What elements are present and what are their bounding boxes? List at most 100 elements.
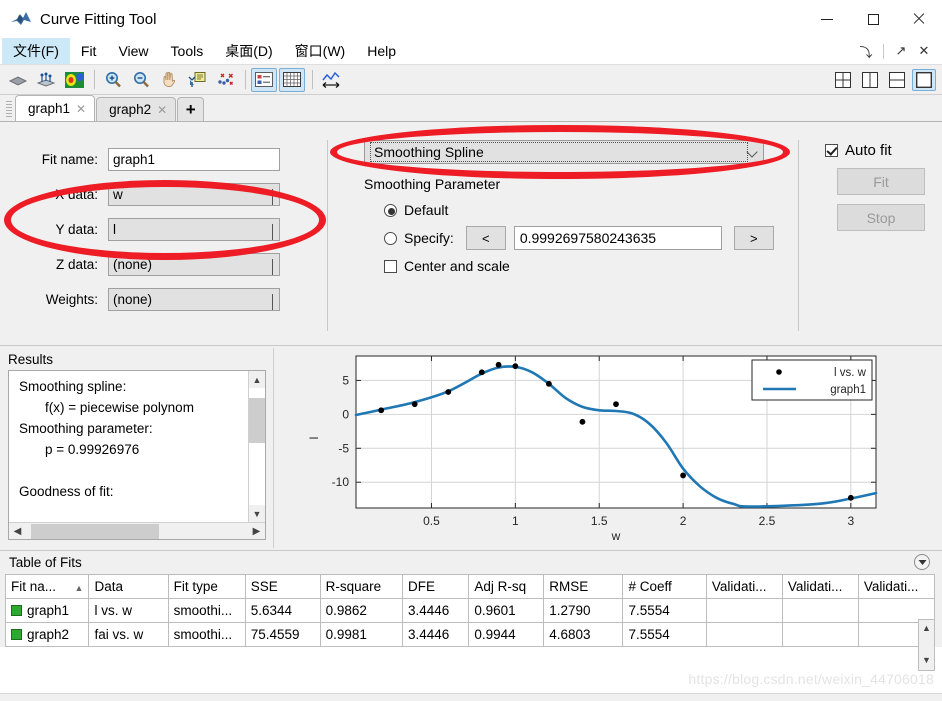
row1-sse: 75.4559 [244, 622, 321, 647]
table-row[interactable]: graph2 fai vs. w smoothi... 75.4559 0.99… [4, 622, 936, 647]
table-row[interactable]: graph1 l vs. w smoothi... 5.6344 0.9862 … [4, 598, 936, 623]
residuals-plot-icon[interactable] [33, 68, 59, 92]
menu-file[interactable]: 文件(F) [2, 38, 70, 64]
row1-numcoeff: 7.5554 [622, 622, 707, 647]
menu-fit[interactable]: Fit [70, 38, 108, 64]
add-tab-button[interactable]: + [177, 97, 205, 121]
grid-toggle-icon[interactable] [279, 67, 305, 92]
results-line-5: Goodness of fit: [19, 483, 114, 499]
close-panel-icon[interactable]: ✕ [914, 40, 934, 62]
menu-help[interactable]: Help [356, 38, 407, 64]
tab-graph1-close-icon[interactable]: ✕ [76, 102, 86, 116]
col-fit-type[interactable]: Fit type [167, 574, 246, 599]
tab-graph2[interactable]: graph2 ✕ [96, 97, 177, 121]
scroll-up-icon[interactable]: ▲ [249, 371, 265, 388]
row0-fittype: smoothi... [167, 598, 246, 623]
scroll-down-icon[interactable]: ▼ [249, 505, 265, 522]
fit-name-input[interactable]: graph1 [108, 148, 280, 171]
fit-plot[interactable]: 0.5 1 1.5 2 2.5 3 5 0 -5 -10 w l l vs. w graph1 [273, 348, 934, 548]
col-sse[interactable]: SSE [244, 574, 321, 599]
watermark-text: https://blog.csdn.net/weixin_44706018 [688, 671, 934, 687]
layout-single-icon[interactable] [912, 68, 936, 91]
pan-icon[interactable] [156, 68, 182, 92]
stop-button[interactable]: Stop [837, 204, 925, 231]
scroll-left-icon[interactable]: ◀ [9, 526, 26, 537]
col-validation-2[interactable]: Validati... [781, 574, 859, 599]
z-data-select[interactable]: (none) [108, 253, 280, 276]
svg-text:-5: -5 [338, 441, 349, 455]
tab-graph1[interactable]: graph1 ✕ [15, 95, 96, 121]
zoom-out-icon[interactable] [128, 68, 154, 92]
surface-plot-icon[interactable] [5, 68, 31, 92]
layout-horizontal-split-icon[interactable] [885, 69, 909, 91]
center-and-scale-row[interactable]: Center and scale [384, 258, 798, 274]
center-and-scale-checkbox[interactable] [384, 259, 397, 273]
y-data-select[interactable]: l [108, 218, 280, 241]
z-data-row: Z data: (none) [0, 253, 327, 276]
exclude-outliers-icon[interactable] [212, 68, 238, 92]
menu-desktop[interactable]: 桌面(D) [214, 38, 283, 64]
contour-plot-icon[interactable] [61, 68, 87, 92]
smoothing-value-input[interactable]: 0.9992697580243635 [513, 226, 722, 250]
results-panel: Results Smoothing spline: f(x) = piecewi… [0, 346, 267, 550]
toolbar-separator-3 [312, 70, 313, 89]
default-radio-row[interactable]: Default [384, 198, 798, 222]
plot-canvas[interactable]: 0.5 1 1.5 2 2.5 3 5 0 -5 -10 w l l vs. w graph1 [274, 348, 934, 548]
row0-dfe: 3.4446 [402, 598, 470, 623]
maximize-button[interactable] [850, 0, 896, 38]
svg-text:0.5: 0.5 [423, 514, 440, 528]
row1-fitname-label: graph2 [27, 627, 70, 642]
close-button[interactable] [896, 0, 942, 38]
results-vertical-scrollbar[interactable]: ▲ ▼ [248, 371, 265, 522]
fit-button[interactable]: Fit [837, 168, 925, 195]
scroll-track[interactable] [249, 388, 265, 505]
col-data[interactable]: Data [88, 574, 169, 599]
col-validation-1[interactable]: Validati... [705, 574, 783, 599]
menu-tools[interactable]: Tools [160, 38, 215, 64]
table-scroll-down-icon[interactable]: ▼ [919, 652, 934, 668]
axes-limits-icon[interactable] [318, 68, 344, 92]
specify-radio-row[interactable]: Specify: < 0.9992697580243635 > [384, 226, 798, 250]
menu-separator [883, 43, 884, 59]
col-adj-r-sq[interactable]: Adj R-sq [468, 574, 545, 599]
scroll-right-icon[interactable]: ▶ [248, 526, 265, 537]
results-line-4 [19, 461, 244, 482]
menu-view[interactable]: View [107, 38, 159, 64]
dock-arrow-icon[interactable]: ⤵ [856, 40, 876, 62]
specify-radio[interactable] [384, 231, 397, 245]
scroll-thumb[interactable] [249, 398, 265, 443]
fit-type-select[interactable]: Smoothing Spline [364, 140, 764, 164]
tab-graph2-close-icon[interactable]: ✕ [157, 103, 167, 117]
layout-vertical-split-icon[interactable] [858, 69, 882, 91]
table-scroll-up-icon[interactable]: ▲ [919, 620, 934, 636]
tab-strip: graph1 ✕ graph2 ✕ + [0, 95, 942, 122]
results-horizontal-scrollbar[interactable]: ◀ ▶ [9, 522, 265, 539]
collapse-table-icon[interactable] [914, 554, 930, 570]
hscroll-thumb[interactable] [31, 523, 159, 539]
default-radio[interactable] [384, 203, 397, 217]
x-data-select[interactable]: w [108, 183, 280, 206]
increase-smoothing-button[interactable]: > [733, 226, 774, 250]
weights-select[interactable]: (none) [108, 288, 280, 311]
menu-window[interactable]: 窗口(W) [284, 38, 357, 64]
col-r-square[interactable]: R-square [319, 574, 404, 599]
row1-dfe: 3.4446 [402, 622, 470, 647]
undock-arrow-icon[interactable]: ↗ [891, 40, 911, 62]
results-and-plot-row: Results Smoothing spline: f(x) = piecewi… [0, 346, 942, 550]
layout-quad-icon[interactable] [831, 69, 855, 91]
minimize-button[interactable] [804, 0, 850, 38]
auto-fit-checkbox[interactable] [825, 144, 838, 157]
auto-fit-row[interactable]: Auto fit [825, 142, 942, 159]
col-fit-name[interactable]: Fit na... ▲ [4, 574, 90, 599]
legend-toggle-icon[interactable] [251, 67, 277, 92]
col-rmse[interactable]: RMSE [543, 574, 624, 599]
data-cursor-icon[interactable] [184, 68, 210, 92]
decrease-smoothing-button[interactable]: < [465, 226, 506, 250]
tabstrip-grip[interactable] [6, 101, 12, 118]
col-dfe[interactable]: DFE [402, 574, 470, 599]
table-vertical-scrollbar[interactable]: ▲ ▼ [918, 619, 935, 671]
col-num-coeff[interactable]: # Coeff [622, 574, 707, 599]
col-validation-3[interactable]: Validati... [857, 574, 936, 599]
svg-text:l: l [307, 437, 321, 440]
zoom-in-icon[interactable] [100, 68, 126, 92]
